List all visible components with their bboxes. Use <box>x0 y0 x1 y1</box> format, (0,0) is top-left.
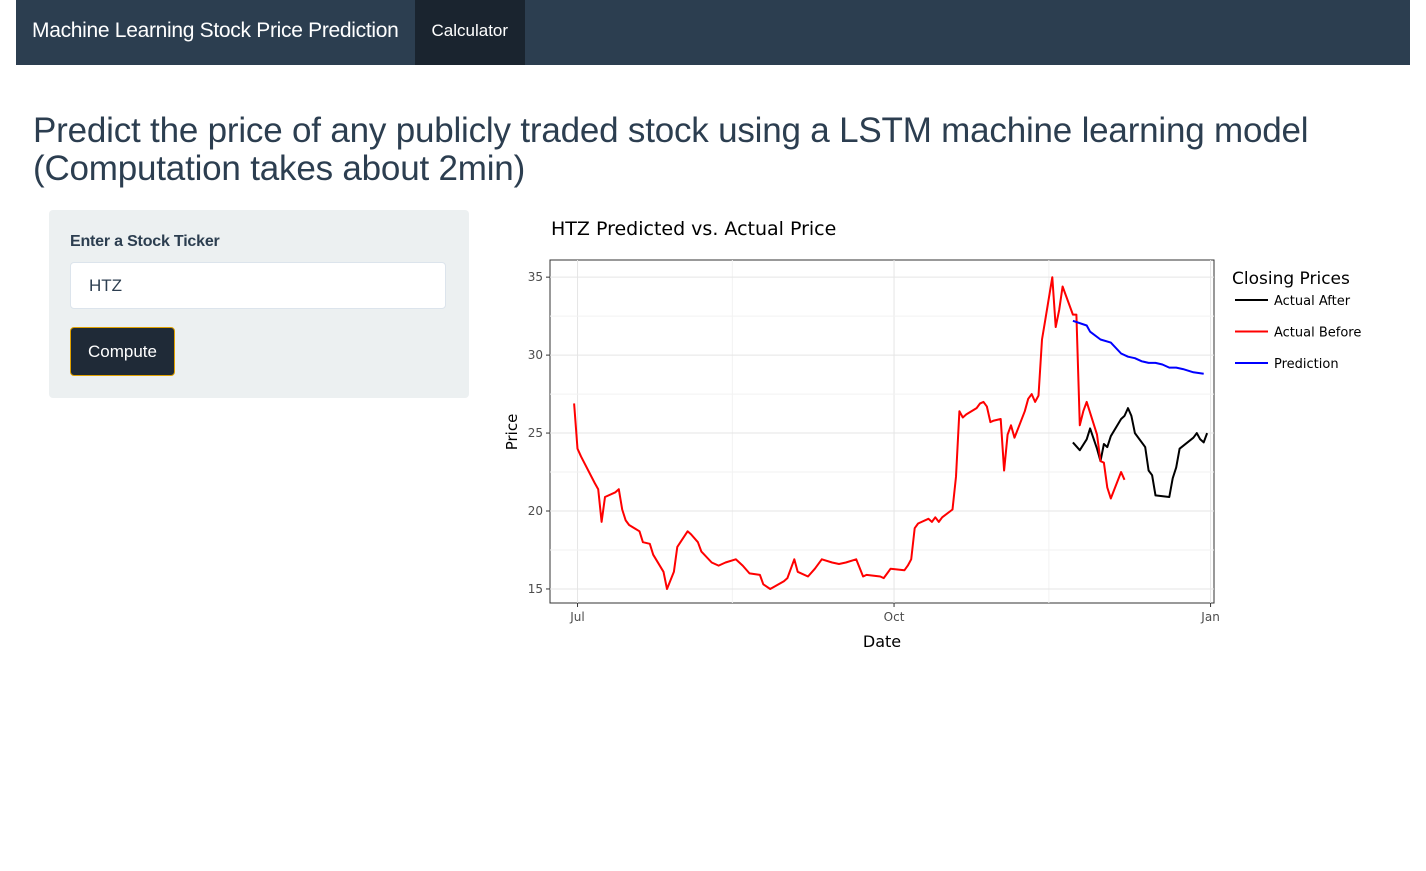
navbar-brand[interactable]: Machine Learning Stock Price Prediction <box>16 0 415 65</box>
price-chart: HTZ Predicted vs. Actual Price Jul Oct Jan… <box>503 218 1361 651</box>
x-tick-label: Jul <box>569 610 584 624</box>
y-axis-label: Price <box>503 414 521 451</box>
input-panel: Enter a Stock Ticker Compute <box>49 210 469 398</box>
x-axis-label: Date <box>863 632 901 651</box>
y-tick-label: 20 <box>528 504 543 518</box>
page-title: Predict the price of any publicly traded… <box>33 111 1309 188</box>
compute-button[interactable]: Compute <box>70 327 175 376</box>
x-tick-label: Jan <box>1200 610 1220 624</box>
legend-label-prediction: Prediction <box>1274 357 1339 372</box>
y-tick-label: 30 <box>528 348 543 362</box>
legend: Actual After Actual Before Prediction <box>1235 294 1361 372</box>
legend-label-actual-before: Actual Before <box>1274 326 1361 341</box>
x-tick-label: Oct <box>884 610 905 624</box>
y-tick-label: 25 <box>528 426 543 440</box>
y-tick-label: 15 <box>528 582 543 596</box>
legend-label-actual-after: Actual After <box>1274 294 1351 309</box>
y-tick-label: 35 <box>528 270 543 284</box>
legend-title: Closing Prices <box>1232 269 1350 289</box>
ticker-input[interactable] <box>70 262 446 309</box>
tab-calculator[interactable]: Calculator <box>414 0 526 65</box>
ticker-label: Enter a Stock Ticker <box>70 233 220 250</box>
chart-title: HTZ Predicted vs. Actual Price <box>551 218 836 240</box>
navbar: Machine Learning Stock Price Prediction … <box>16 0 1410 65</box>
